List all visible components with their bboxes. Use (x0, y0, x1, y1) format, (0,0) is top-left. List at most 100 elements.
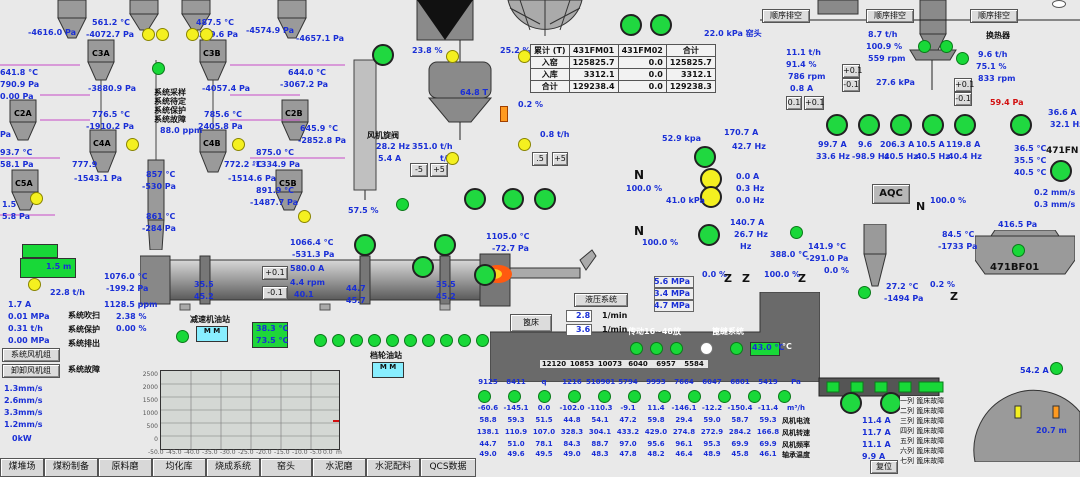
mill2-valve-1[interactable] (918, 40, 931, 53)
kiln-fan-3[interactable] (474, 264, 496, 286)
grate-fan-dot[interactable] (670, 342, 683, 355)
c1-valve-left2[interactable] (156, 28, 169, 41)
cooler-value: 29.4 (675, 416, 693, 424)
cooler-pump[interactable] (538, 390, 551, 403)
top-fan-2[interactable] (650, 14, 672, 36)
center-fan-1[interactable] (694, 146, 716, 168)
c1-valve-left[interactable] (142, 28, 155, 41)
air-pump-1[interactable] (464, 188, 486, 210)
kiln-t2: 45.2 (194, 292, 214, 301)
mill2-valve-2[interactable] (940, 40, 953, 53)
cooler-fan-3[interactable] (890, 114, 912, 136)
sys-menu-item[interactable]: 系统保护 (154, 106, 186, 115)
reset-button[interactable]: 复位 (870, 460, 898, 474)
cooler-pump[interactable] (778, 390, 791, 403)
cooler-fan-5[interactable] (954, 114, 976, 136)
right-edge-pressure: -3067.2 Pa (280, 80, 329, 89)
tab-coal-yard[interactable]: 煤堆场 (0, 458, 44, 477)
tab-raw-mill[interactable]: 原料磨 (98, 458, 152, 477)
mill1-plus-button[interactable]: +0.1 (842, 64, 862, 78)
silo-value: 64.8 T (460, 88, 488, 97)
c4b-valve[interactable] (232, 138, 245, 151)
c1-valve-right2[interactable] (200, 28, 213, 41)
coal-valve[interactable] (28, 278, 41, 291)
step-plus2-button[interactable]: +5 (552, 152, 568, 166)
grate-fan-dot[interactable] (630, 342, 643, 355)
cooler-pump[interactable] (748, 390, 761, 403)
sys-exh-label[interactable]: 系统排出 (68, 338, 100, 349)
air-pump-2[interactable] (502, 188, 524, 210)
top-fan-1[interactable] (620, 14, 642, 36)
c4a-valve[interactable] (126, 138, 139, 151)
kiln-minus-button[interactable]: -0.1 (262, 286, 288, 300)
air-pump-3[interactable] (534, 188, 556, 210)
z-mark-2: Z (742, 272, 750, 285)
kiln-o2: 2.38 % (116, 312, 147, 321)
seq-empty-button-2[interactable]: 顺序排空 (866, 9, 914, 23)
kiln-fan-2[interactable] (434, 234, 456, 256)
hydraulic-system-button[interactable]: 液压系统 (574, 293, 628, 307)
tab-kiln-head[interactable]: 窑头 (260, 458, 312, 477)
tab-homogenizing[interactable]: 均化库 (152, 458, 206, 477)
feed-pump-left[interactable] (372, 44, 394, 66)
sys-blow-label[interactable]: 系统吹扫 (68, 310, 100, 321)
small-step-button-2[interactable]: +0.1 (804, 96, 824, 110)
center-fan-4[interactable] (698, 224, 720, 246)
sys-menu-item[interactable]: 系统采样 (154, 88, 186, 97)
mill3-plus-button[interactable]: +0.1 (954, 78, 974, 92)
feed-valve-left[interactable] (446, 50, 459, 63)
kiln-fan-4[interactable] (412, 256, 434, 278)
tab-cement-mill[interactable]: 水泥磨 (312, 458, 366, 477)
seq-empty-button-1[interactable]: 顺序排空 (762, 9, 810, 23)
step-minus-button[interactable]: -5 (410, 163, 428, 177)
sys-prot-label[interactable]: 系统保护 (68, 324, 100, 335)
roller-motor-box[interactable]: M M (372, 362, 404, 378)
mill3-minus-button[interactable]: -0.1 (954, 92, 972, 106)
conveyor-motor-2[interactable] (880, 392, 902, 414)
fan-group-button[interactable]: 系统风机组 (2, 348, 60, 362)
aqc-button[interactable]: AQC (872, 184, 910, 204)
cooler-pump[interactable] (568, 390, 581, 403)
cooler-pump[interactable] (688, 390, 701, 403)
gear-motor-box[interactable]: M M (196, 326, 228, 342)
grate-fan-dot-off[interactable] (700, 342, 713, 355)
step-minus2-button[interactable]: .5 (532, 152, 548, 166)
grate-fan-dot[interactable] (650, 342, 663, 355)
tab-qcs-data[interactable]: QCS数据 (420, 458, 476, 477)
unload-group-button[interactable]: 卸卸风机组 (2, 364, 60, 378)
cooler-pump[interactable] (628, 390, 641, 403)
cooler-fan-4[interactable] (922, 114, 944, 136)
grate-bed-button[interactable]: 篦床 (510, 314, 552, 332)
seq-empty-button-3[interactable]: 顺序排空 (970, 9, 1018, 23)
sys-fault-label[interactable]: 系统故障 (68, 364, 100, 375)
feed-valve-mid[interactable] (446, 152, 459, 165)
cooler-pump[interactable] (508, 390, 521, 403)
cooler-pump[interactable] (718, 390, 731, 403)
mill3-pa: 59.4 Pa (990, 98, 1024, 107)
cooler-fan-1[interactable] (826, 114, 848, 136)
c5a-valve[interactable] (30, 192, 43, 205)
kiln-plus-button[interactable]: +0.1 (262, 266, 288, 280)
feed-valve-mid2[interactable] (518, 138, 531, 151)
c5b-valve[interactable] (298, 210, 311, 223)
fn-fan[interactable] (1050, 160, 1072, 182)
cooler-value: 47.8 (619, 450, 637, 458)
kiln-fan-1[interactable] (354, 234, 376, 256)
cooler-fan-6[interactable] (1010, 114, 1032, 136)
mill2-valve-3[interactable] (956, 52, 969, 65)
cooler-pump[interactable] (598, 390, 611, 403)
cooler-fan-2[interactable] (858, 114, 880, 136)
mill1-minus-button[interactable]: -0.1 (842, 78, 860, 92)
small-step-button-1[interactable]: 0.1 (786, 96, 802, 110)
tab-cement-batching[interactable]: 水泥配料 (366, 458, 420, 477)
conveyor-amp: 54.2 A (1020, 366, 1049, 375)
cooler-pump[interactable] (478, 390, 491, 403)
sys-menu-item[interactable]: 系统待定 (154, 97, 186, 106)
conveyor-motor-1[interactable] (840, 392, 862, 414)
step-plus-button[interactable]: +5 (430, 163, 448, 177)
tab-burning-system[interactable]: 烧成系统 (206, 458, 260, 477)
sys-menu-item[interactable]: 系统故障 (154, 115, 186, 124)
c1-valve-right[interactable] (186, 28, 199, 41)
tab-coal-mill[interactable]: 煤粉制备 (44, 458, 98, 477)
cooler-pump[interactable] (658, 390, 671, 403)
